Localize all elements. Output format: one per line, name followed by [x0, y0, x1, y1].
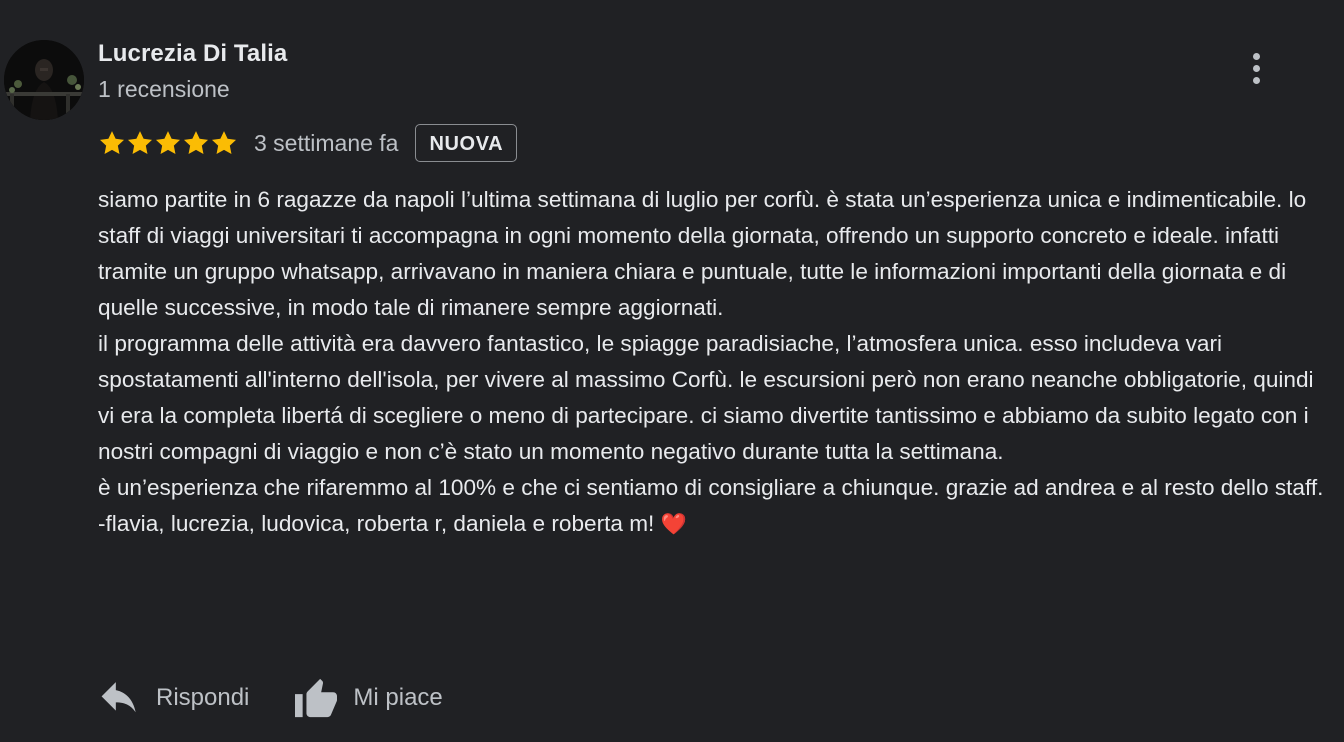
more-dot	[1252, 76, 1260, 84]
reply-button[interactable]: Rispondi	[100, 681, 249, 715]
heart-emoji: ❤️	[660, 513, 687, 536]
review-actions: Rispondi Mi piace	[100, 668, 443, 728]
reply-label: Rispondi	[156, 684, 250, 711]
star-icon	[99, 131, 125, 154]
review-signature: -flavia, lucrezia, ludovica, roberta r, …	[98, 511, 655, 536]
star-icon	[211, 131, 237, 154]
review-paragraph: il programma delle attività era davvero …	[98, 331, 1314, 464]
review-card: Lucrezia Di Talia 1 recensione 3 settima…	[0, 0, 1344, 742]
review-text: siamo partite in 6 ragazze da napoli l’u…	[98, 182, 1334, 543]
thumbs-up-icon	[295, 678, 338, 718]
review-paragraph: siamo partite in 6 ragazze da napoli l’u…	[98, 187, 1307, 320]
author-avatar[interactable]	[4, 40, 84, 120]
profile-photo-icon	[4, 40, 84, 120]
review-paragraph: è un’esperienza che rifaremmo al 100% e …	[98, 475, 1324, 500]
like-button[interactable]: Mi piace	[293, 677, 443, 719]
more-dot	[1252, 64, 1260, 72]
star-icon	[183, 131, 209, 154]
author-name[interactable]: Lucrezia Di Talia	[98, 40, 287, 68]
more-dot	[1252, 52, 1260, 60]
like-label: Mi piace	[353, 684, 443, 711]
review-time: 3 settimane fa	[254, 129, 399, 156]
star-icon	[155, 131, 181, 154]
review-paragraph: -flavia, lucrezia, ludovica, roberta r, …	[98, 506, 1334, 543]
reply-icon	[101, 682, 136, 713]
more-options-button[interactable]	[1236, 46, 1276, 90]
star-rating	[98, 129, 238, 157]
author-review-count[interactable]: 1 recensione	[98, 76, 230, 103]
star-icon	[127, 131, 153, 154]
new-badge: NUOVA	[415, 124, 518, 162]
rating-row: 3 settimane fa NUOVA	[98, 122, 518, 164]
